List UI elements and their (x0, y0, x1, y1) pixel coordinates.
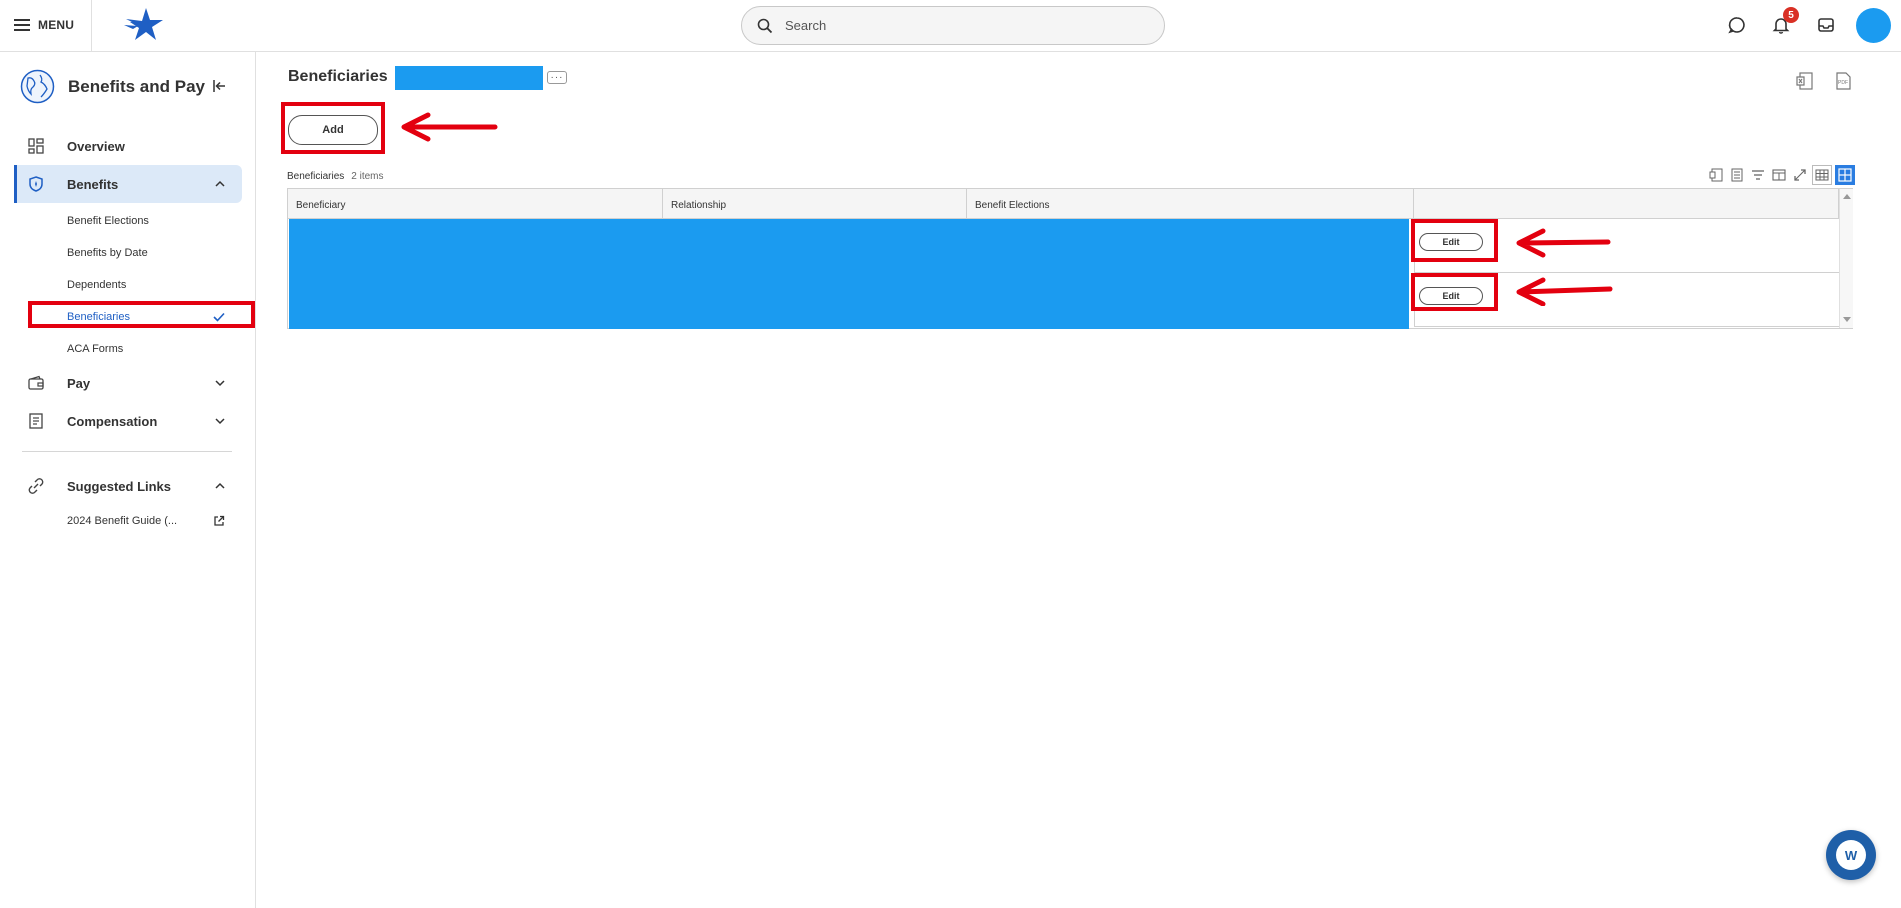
svg-text:PDF: PDF (1838, 80, 1848, 86)
company-logo[interactable] (122, 6, 164, 44)
column-header-relationship[interactable]: Relationship (663, 189, 967, 219)
grid-caption: Beneficiaries 2 items (287, 171, 384, 182)
grid-title: Beneficiaries (287, 171, 345, 182)
collapse-sidebar-icon[interactable] (212, 79, 226, 93)
search-input[interactable] (785, 18, 1085, 33)
grid-toolbar (1707, 165, 1855, 185)
sidebar-item-benefits[interactable]: Benefits (14, 165, 242, 203)
add-beneficiary-button[interactable]: Add (288, 115, 378, 145)
table-scrollbar[interactable] (1839, 189, 1853, 328)
grid-filter-icon[interactable] (1749, 166, 1767, 184)
more-actions-button[interactable]: ··· (547, 71, 567, 84)
red-arrow-edit-1 (1516, 228, 1611, 258)
redacted-name (395, 66, 543, 90)
scroll-down-icon[interactable] (1843, 317, 1851, 323)
export-pdf-icon[interactable]: PDF (1834, 72, 1852, 90)
sidebar-header: Benefits and Pay (20, 69, 205, 104)
sidebar-subitem-aca-forms[interactable]: ACA Forms (67, 343, 123, 355)
sidebar-title: Benefits and Pay (68, 76, 205, 96)
red-arrow-add (401, 112, 498, 142)
sidebar-subitem-benefit-elections[interactable]: Benefit Elections (67, 215, 149, 227)
grid-table-view-icon[interactable] (1812, 165, 1832, 185)
sidebar-subitem-dependents[interactable]: Dependents (67, 279, 126, 291)
search-icon (757, 18, 773, 33)
chevron-down-icon[interactable] (214, 415, 226, 427)
menu-button[interactable]: MENU (14, 14, 74, 36)
grid-tile-view-icon[interactable] (1835, 165, 1855, 185)
search-bar[interactable] (741, 6, 1165, 45)
red-arrow-edit-2 (1516, 277, 1613, 306)
sidebar-item-label: Overview (67, 138, 125, 154)
column-header-beneficiary[interactable]: Beneficiary (288, 189, 663, 219)
sidebar-item-label: Compensation (67, 413, 158, 429)
edit-beneficiary-button[interactable]: Edit (1419, 287, 1483, 305)
sidebar-item-compensation[interactable]: Compensation (14, 402, 242, 440)
sidebar-subitem-benefits-by-date[interactable]: Benefits by Date (67, 247, 148, 259)
wallet-icon (28, 375, 44, 390)
user-avatar[interactable] (1856, 8, 1891, 43)
top-bar: MENU 5 (0, 0, 1901, 52)
menu-label: MENU (38, 18, 75, 32)
shield-icon (29, 176, 43, 192)
globe-icon (20, 69, 55, 104)
link-icon (28, 478, 44, 494)
inbox-icon[interactable] (1815, 14, 1837, 36)
scroll-up-icon[interactable] (1843, 193, 1851, 199)
grid-fullscreen-icon[interactable] (1791, 166, 1809, 184)
sidebar-item-label: Suggested Links (67, 478, 172, 494)
hamburger-icon (14, 19, 30, 31)
chevron-up-icon[interactable] (214, 480, 226, 492)
grid-print-icon[interactable] (1728, 166, 1746, 184)
sidebar-separator (22, 451, 232, 452)
sidebar-item-label: Benefits (67, 176, 119, 192)
dashboard-icon (28, 138, 44, 154)
chevron-down-icon[interactable] (214, 377, 226, 389)
notification-badge: 5 (1783, 7, 1799, 23)
chevron-up-icon[interactable] (214, 178, 226, 190)
document-icon (29, 413, 43, 429)
grid-columns-icon[interactable] (1770, 166, 1788, 184)
export-excel-icon[interactable] (1796, 72, 1814, 90)
sidebar-item-label: Pay (67, 375, 91, 391)
suggested-link-benefit-guide[interactable]: 2024 Benefit Guide (... (67, 515, 177, 527)
beneficiaries-table: Beneficiary Relationship Benefit Electio… (287, 188, 1853, 329)
sidebar-item-suggested-links[interactable]: Suggested Links (14, 467, 242, 505)
chat-icon[interactable] (1726, 14, 1748, 36)
assistant-chat-button[interactable]: W (1826, 830, 1876, 880)
page-title: Beneficiaries (288, 68, 388, 85)
sidebar-item-overview[interactable]: Overview (14, 127, 242, 165)
assistant-icon: W (1836, 840, 1866, 870)
highlight-box-beneficiaries (28, 301, 255, 328)
external-link-icon[interactable] (213, 515, 225, 527)
menu-divider (91, 0, 92, 52)
column-header-actions (1414, 189, 1839, 219)
sidebar-item-pay[interactable]: Pay (14, 364, 242, 402)
redacted-table-rows (289, 219, 1409, 329)
grid-export-excel-icon[interactable] (1707, 166, 1725, 184)
sidebar: Benefits and Pay Overview Benefits Benef… (0, 52, 256, 908)
grid-item-count: 2 items (351, 171, 384, 182)
column-header-benefit-elections[interactable]: Benefit Elections (967, 189, 1414, 219)
edit-beneficiary-button[interactable]: Edit (1419, 233, 1483, 251)
